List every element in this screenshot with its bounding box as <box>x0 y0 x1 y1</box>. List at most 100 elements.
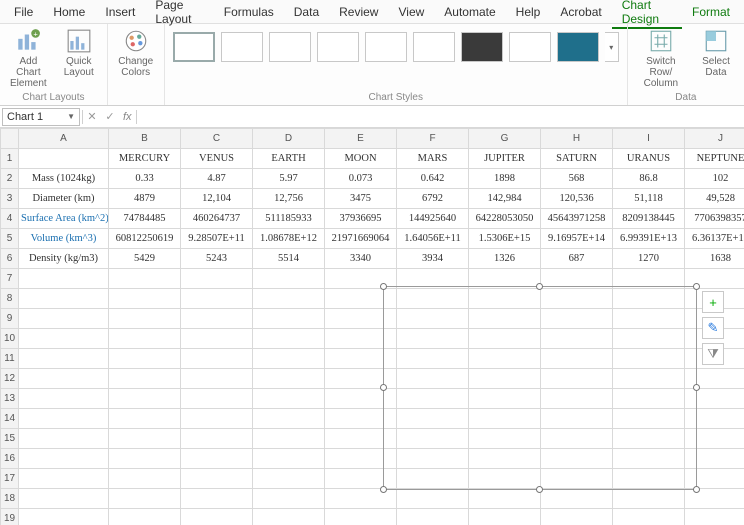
col-I[interactable]: I <box>613 129 685 149</box>
row-label[interactable]: Diameter (km) <box>19 189 109 209</box>
row-label[interactable]: Surface Area (km^2) <box>19 209 109 229</box>
cell[interactable] <box>253 469 325 489</box>
data-cell[interactable]: 3340 <box>325 249 397 269</box>
resize-handle[interactable] <box>380 283 387 290</box>
cell[interactable] <box>325 509 397 525</box>
data-cell[interactable]: 4.87 <box>181 169 253 189</box>
menu-acrobat[interactable]: Acrobat <box>550 2 611 22</box>
cell[interactable] <box>253 329 325 349</box>
quick-layout-button[interactable]: Quick Layout <box>59 28 99 78</box>
data-cell[interactable]: 5514 <box>253 249 325 269</box>
data-cell[interactable]: 7706398357 <box>685 209 744 229</box>
data-cell[interactable]: 49,528 <box>685 189 744 209</box>
data-cell[interactable]: 64228053050 <box>469 209 541 229</box>
data-cell[interactable]: 6.36137E+13 <box>685 229 744 249</box>
cell[interactable] <box>613 489 685 509</box>
row-header[interactable]: 3 <box>1 189 19 209</box>
cell[interactable] <box>19 389 109 409</box>
resize-handle[interactable] <box>536 486 543 493</box>
row-header[interactable]: 8 <box>1 289 19 309</box>
data-cell[interactable]: 37936695 <box>325 209 397 229</box>
row-header[interactable]: 6 <box>1 249 19 269</box>
cell[interactable] <box>541 509 613 525</box>
cell[interactable] <box>253 449 325 469</box>
cell[interactable] <box>469 489 541 509</box>
name-box[interactable]: Chart 1 ▼ <box>2 108 80 126</box>
cell[interactable] <box>253 489 325 509</box>
row[interactable]: 3Diameter (km)487912,10412,7563475679214… <box>1 189 744 209</box>
cell[interactable] <box>109 329 181 349</box>
row[interactable]: 19 <box>1 509 744 525</box>
cell[interactable] <box>181 409 253 429</box>
col-G[interactable]: G <box>469 129 541 149</box>
data-cell[interactable]: 21971669064 <box>325 229 397 249</box>
cell[interactable] <box>19 369 109 389</box>
cell[interactable] <box>109 489 181 509</box>
chart-style-2[interactable] <box>221 32 263 62</box>
cell[interactable] <box>181 329 253 349</box>
cell[interactable] <box>19 289 109 309</box>
row-header[interactable]: 11 <box>1 349 19 369</box>
data-cell[interactable]: 0.33 <box>109 169 181 189</box>
row-header[interactable]: 9 <box>1 309 19 329</box>
data-cell[interactable]: 5429 <box>109 249 181 269</box>
data-cell[interactable]: 102 <box>685 169 744 189</box>
cell[interactable] <box>109 309 181 329</box>
menu-review[interactable]: Review <box>329 2 388 22</box>
column-header-row[interactable]: A B C D E F G H I J <box>1 129 744 149</box>
planet-header[interactable]: MOON <box>325 149 397 169</box>
col-D[interactable]: D <box>253 129 325 149</box>
add-chart-element-button[interactable]: + Add Chart Element <box>8 28 49 89</box>
cell[interactable] <box>19 329 109 349</box>
data-cell[interactable]: 12,756 <box>253 189 325 209</box>
cell[interactable] <box>109 369 181 389</box>
chart-object[interactable]: + ✎ ⧩ <box>383 286 697 490</box>
cell[interactable] <box>613 509 685 525</box>
planet-header[interactable]: URANUS <box>613 149 685 169</box>
row[interactable]: 2Mass (1024kg)0.334.875.970.0730.6421898… <box>1 169 744 189</box>
chart-style-9[interactable] <box>557 32 599 62</box>
data-cell[interactable]: 1.64056E+11 <box>397 229 469 249</box>
data-cell[interactable]: 687 <box>541 249 613 269</box>
cell[interactable] <box>181 389 253 409</box>
row-header[interactable]: 18 <box>1 489 19 509</box>
cell[interactable] <box>253 309 325 329</box>
data-cell[interactable]: 6.99391E+13 <box>613 229 685 249</box>
cell[interactable] <box>253 369 325 389</box>
col-F[interactable]: F <box>397 129 469 149</box>
chevron-down-icon[interactable]: ▼ <box>67 112 75 121</box>
cell[interactable] <box>397 509 469 525</box>
cell[interactable] <box>19 429 109 449</box>
resize-handle[interactable] <box>380 384 387 391</box>
cell[interactable] <box>109 429 181 449</box>
data-cell[interactable]: 1.08678E+12 <box>253 229 325 249</box>
data-cell[interactable]: 144925640 <box>397 209 469 229</box>
data-cell[interactable]: 568 <box>541 169 613 189</box>
cell[interactable] <box>181 429 253 449</box>
cell[interactable] <box>109 409 181 429</box>
resize-handle[interactable] <box>536 283 543 290</box>
row-header[interactable]: 2 <box>1 169 19 189</box>
planet-header[interactable]: MERCURY <box>109 149 181 169</box>
cell[interactable] <box>19 449 109 469</box>
enter-formula-icon[interactable]: ✓ <box>101 110 119 123</box>
chart-style-7[interactable] <box>461 32 503 62</box>
row-header[interactable]: 16 <box>1 449 19 469</box>
row-label[interactable]: Density (kg/m3) <box>19 249 109 269</box>
row-header[interactable]: 1 <box>1 149 19 169</box>
cell[interactable] <box>253 269 325 289</box>
chart-style-4[interactable] <box>317 32 359 62</box>
cell[interactable] <box>109 269 181 289</box>
chart-styles-button[interactable]: ✎ <box>702 317 724 339</box>
cell[interactable] <box>181 309 253 329</box>
row-header[interactable]: 7 <box>1 269 19 289</box>
cell[interactable] <box>109 389 181 409</box>
cell[interactable] <box>181 509 253 525</box>
data-cell[interactable]: 0.073 <box>325 169 397 189</box>
cell[interactable] <box>19 409 109 429</box>
cell[interactable] <box>109 509 181 525</box>
fx-label[interactable]: fx <box>119 111 136 123</box>
row-header[interactable]: 12 <box>1 369 19 389</box>
menu-home[interactable]: Home <box>43 2 95 22</box>
data-cell[interactable]: 0.642 <box>397 169 469 189</box>
